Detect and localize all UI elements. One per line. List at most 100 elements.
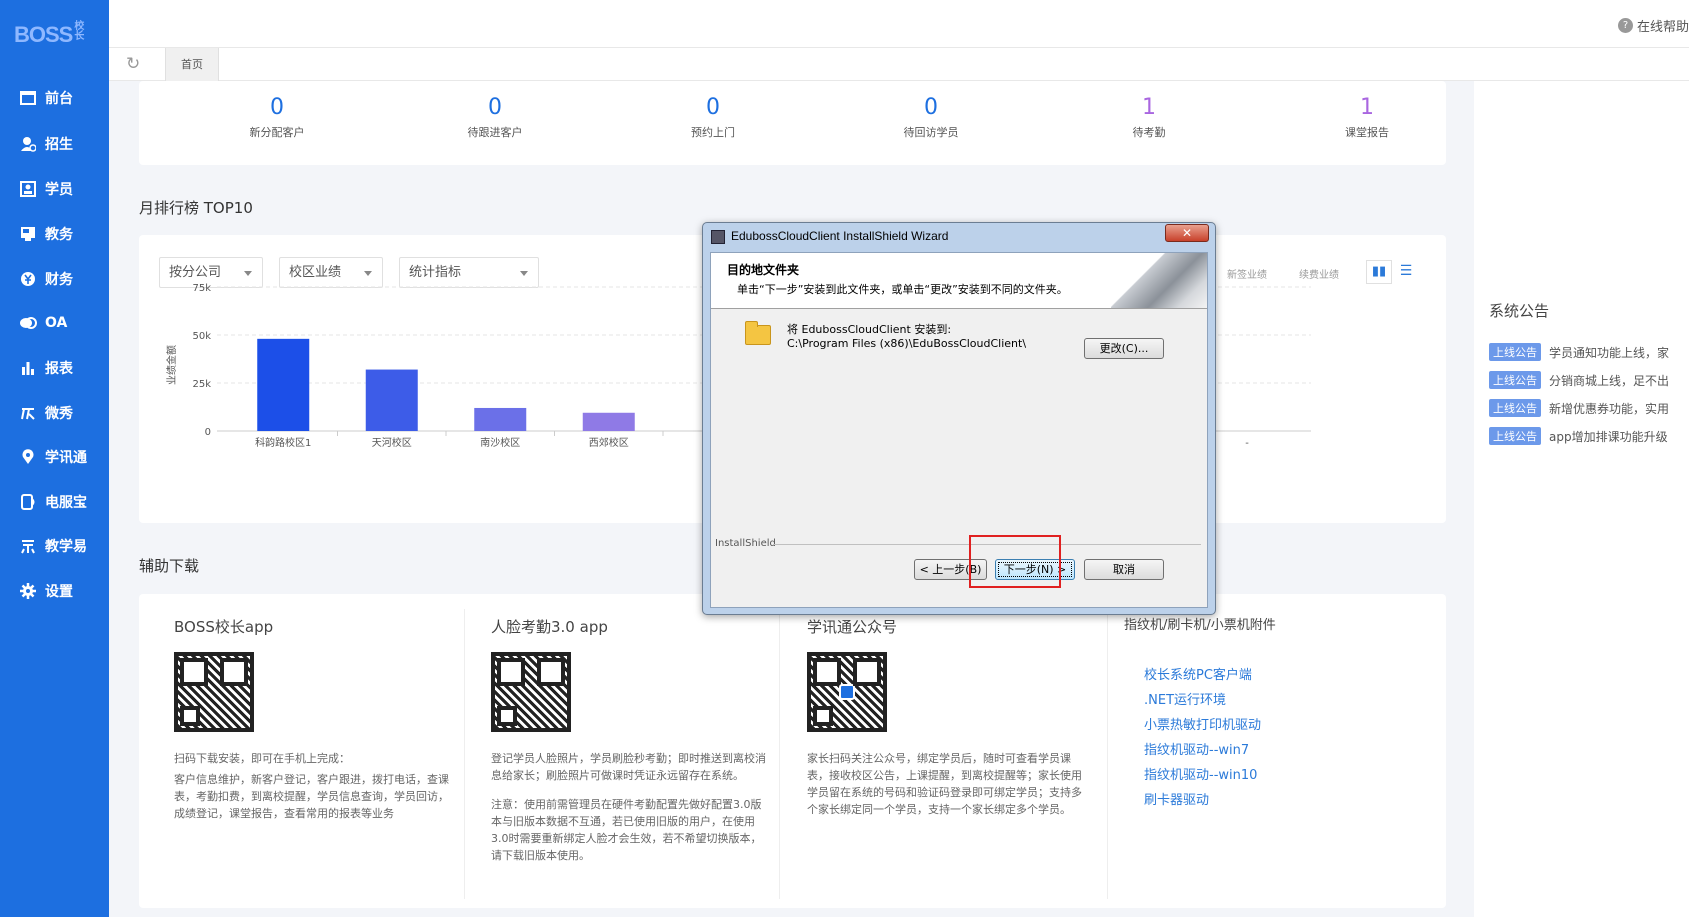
sidebar-item-frontdesk[interactable]: 前台: [0, 81, 109, 115]
change-button[interactable]: 更改(C)...: [1084, 338, 1164, 359]
cancel-button[interactable]: 取消: [1084, 559, 1164, 580]
sidebar-item-label: 设置: [45, 584, 73, 600]
show-icon: [18, 403, 38, 423]
link-card-reader[interactable]: 刷卡器驱动: [1144, 788, 1276, 813]
refresh-icon[interactable]: ↻: [126, 56, 140, 73]
download-title: 学讯通公众号: [807, 618, 898, 636]
sidebar-item-settings[interactable]: 设置: [0, 574, 109, 608]
sidebar-item-students[interactable]: 学员: [0, 172, 109, 206]
ranking-title: 月排行榜 TOP10: [139, 199, 253, 217]
downloads-card: BOSS校长app 扫码下载安装，即可在手机上完成： 客户信息维护，新客户登记，客…: [139, 594, 1446, 908]
dialog-subheading: 单击“下一步”安装到此文件夹，或单击“更改”安装到不同的文件夹。: [737, 283, 1068, 296]
stat-label: 预约上门: [691, 126, 735, 139]
chart-bar: [257, 338, 310, 431]
download-description: 家长扫码关注公众号，绑定学员后，随时可查看学员课表，接收校区公告，上课提醒，到离…: [807, 752, 1082, 816]
sidebar-item-jiaoxueyi[interactable]: 教学易: [0, 529, 109, 563]
notice-text: 学员通知功能上线，家: [1549, 345, 1670, 360]
download-title: 人脸考勤3.0 app: [491, 618, 608, 636]
link-fingerprint-win7[interactable]: 指纹机驱动--win7: [1144, 738, 1276, 763]
id-card-icon: [18, 179, 38, 199]
dialog-title: EdubossCloudClient InstallShield Wizard: [731, 229, 949, 243]
y-tick-label: 75k: [192, 283, 211, 294]
notice-tag: 上线公告: [1489, 427, 1541, 445]
x-tick-label: 南沙校区: [480, 436, 520, 449]
notice-title: 系统公告: [1489, 302, 1550, 320]
notice-text: 新增优惠券功能，实用: [1549, 401, 1670, 416]
stat-label: 待回访学员: [903, 126, 959, 139]
divider: [779, 609, 780, 899]
link-fingerprint-win10[interactable]: 指纹机驱动--win10: [1144, 763, 1276, 788]
link-dotnet[interactable]: .NET运行环境: [1144, 688, 1276, 713]
app-logo: BOSS 校长: [14, 21, 85, 48]
help-icon: ?: [1617, 18, 1633, 33]
qr-code-image: [807, 652, 887, 732]
user-plus-icon: [18, 134, 38, 154]
y-tick-label: 50k: [192, 331, 211, 342]
sidebar-item-xuexuntong[interactable]: 学讯通: [0, 440, 109, 474]
sidebar-item-label: 教务: [45, 227, 73, 243]
link-receipt-printer[interactable]: 小票热敏打印机驱动: [1144, 713, 1276, 738]
notice-text: app增加排课功能升级: [1549, 429, 1668, 444]
monitor-icon: [18, 88, 38, 108]
stats-card: 0 新分配客户 0 待跟进客户 0 预约上门 0 待回访学员 1 待考勤 1 课堂报告: [139, 81, 1446, 165]
board-icon: [18, 224, 38, 244]
drivers-title: 指纹机/刷卡机/小票机附件: [1124, 618, 1276, 633]
sidebar-item-dianfubao[interactable]: 电服宝: [0, 485, 109, 519]
sidebar-item-label: 学员: [45, 182, 73, 198]
sidebar-item-label: 报表: [45, 361, 73, 377]
sidebar-item-reports[interactable]: 报表: [0, 351, 109, 385]
download-description: 扫码下载安装，即可在手机上完成： 客户信息维护，新客户登记，客户跟进，拨打电话，查…: [174, 752, 449, 820]
tab-home[interactable]: 首页: [165, 48, 219, 81]
download-description: 登记学员人脸照片，学员刷脸秒考勤；即时推送到离校消息给家长；刷脸照片可做课时凭证…: [491, 752, 766, 862]
sidebar: BOSS 校长 前台 招生 学员 教务 财务 OA 报表 微秀 学讯通 电服宝 教…: [0, 0, 109, 917]
qr-code-image: [174, 652, 254, 732]
stat-class-report[interactable]: 1 课堂报告: [1257, 95, 1477, 140]
sidebar-item-label: 招生: [45, 137, 73, 153]
notice-item[interactable]: 上线公告 app增加排课功能升级: [1489, 422, 1689, 450]
sidebar-item-label: 财务: [45, 272, 73, 288]
stat-appointments[interactable]: 0 预约上门: [603, 95, 823, 140]
sidebar-item-label: 前台: [45, 91, 73, 107]
stat-new-customers[interactable]: 0 新分配客户: [167, 95, 387, 140]
download-drivers: 指纹机/刷卡机/小票机附件 校长系统PC客户端 .NET运行环境 小票热敏打印机…: [1124, 614, 1276, 813]
installer-dialog: EdubossCloudClient InstallShield Wizard …: [702, 222, 1216, 615]
top-header: ? 在线帮助: [109, 0, 1689, 48]
chart-bar: [582, 412, 635, 431]
teach-icon: [18, 536, 38, 556]
notice-tag: 上线公告: [1489, 399, 1541, 417]
folder-icon: [745, 321, 771, 345]
notice-item[interactable]: 上线公告 新增优惠券功能，实用: [1489, 394, 1689, 422]
sidebar-item-label: 电服宝: [45, 495, 87, 511]
stat-value: 1: [1360, 95, 1374, 120]
stat-attendance[interactable]: 1 待考勤: [1039, 95, 1259, 140]
stat-value: 0: [270, 95, 284, 120]
installer-app-icon: [711, 230, 725, 244]
download-face-app: 人脸考勤3.0 app 登记学员人脸照片，学员刷脸秒考勤；即时推送到离校消息给家…: [491, 616, 771, 864]
sidebar-item-finance[interactable]: 财务: [0, 262, 109, 296]
chat-icon: [18, 313, 38, 333]
sidebar-item-enroll[interactable]: 招生: [0, 127, 109, 161]
system-notice: 系统公告 上线公告 学员通知功能上线，家 上线公告 分销商城上线，足不出 上线公告新…: [1489, 300, 1689, 450]
sidebar-item-oa[interactable]: OA: [0, 306, 109, 340]
sidebar-item-academic[interactable]: 教务: [0, 217, 109, 251]
notice-item[interactable]: 上线公告 分销商城上线，足不出: [1489, 366, 1689, 394]
qr-code-image: [491, 652, 571, 732]
chart-bar: [365, 369, 418, 431]
download-boss-app: BOSS校长app 扫码下载安装，即可在手机上完成： 客户信息维护，新客户登记，客…: [174, 616, 454, 822]
online-help-link[interactable]: ? 在线帮助: [1617, 16, 1689, 35]
stat-followup-customers[interactable]: 0 待跟进客户: [385, 95, 605, 140]
stat-revisit-students[interactable]: 0 待回访学员: [821, 95, 1041, 140]
gear-icon: [18, 581, 38, 601]
close-icon[interactable]: ✕: [1165, 224, 1209, 242]
sidebar-item-label: OA: [45, 315, 68, 331]
notice-text: 分销商城上线，足不出: [1549, 373, 1670, 388]
tab-bar: ↻ 首页: [109, 48, 1689, 81]
notice-item[interactable]: 上线公告 学员通知功能上线，家: [1489, 338, 1689, 366]
dialog-heading: 目的地文件夹: [727, 263, 800, 277]
installshield-brand: InstallShield: [715, 538, 776, 549]
notice-tag: 上线公告: [1489, 371, 1541, 389]
downloads-title: 辅助下载: [139, 557, 200, 575]
sidebar-item-weixiu[interactable]: 微秀: [0, 396, 109, 430]
link-pc-client[interactable]: 校长系统PC客户端: [1144, 663, 1276, 688]
help-label: 在线帮助: [1636, 20, 1689, 35]
